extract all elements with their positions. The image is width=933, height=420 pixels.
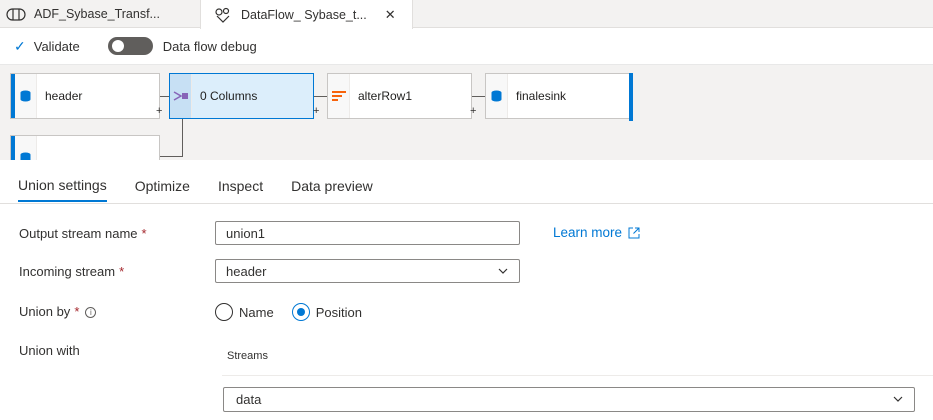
tab-pipeline[interactable]: ADF_Sybase_Transf... xyxy=(0,0,200,28)
validate-button[interactable]: ✓ Validate xyxy=(14,38,80,55)
connector xyxy=(472,96,486,97)
radio-name[interactable] xyxy=(215,303,233,321)
required-marker: * xyxy=(141,226,147,241)
divider xyxy=(0,203,933,204)
toolbar: ✓ Validate Data flow debug xyxy=(0,30,933,62)
node-label: alterRow1 xyxy=(358,89,413,103)
streams-column-header: Streams xyxy=(227,350,268,362)
add-transform-icon[interactable]: + xyxy=(313,105,319,117)
connector xyxy=(182,119,183,157)
dataflow-canvas[interactable]: header + 0 Columns + alterRow1 + finales… xyxy=(0,64,933,160)
required-marker: * xyxy=(74,304,80,319)
connector xyxy=(160,156,182,157)
add-transform-icon[interactable]: + xyxy=(470,105,476,117)
learn-more-link[interactable]: Learn more xyxy=(553,225,640,240)
add-transform-icon[interactable]: + xyxy=(156,105,162,117)
node-label: 0 Columns xyxy=(200,89,258,103)
input-value: union1 xyxy=(226,225,266,241)
alter-row-icon xyxy=(328,74,350,118)
node-right-accent xyxy=(629,73,633,121)
pipeline-icon xyxy=(6,7,26,21)
node-data[interactable]: data xyxy=(10,135,160,160)
tab-inspect[interactable]: Inspect xyxy=(218,170,263,202)
label-text: Output stream name xyxy=(19,226,138,241)
chevron-down-icon xyxy=(497,265,509,280)
node-finalesink[interactable]: finalesink xyxy=(485,73,633,121)
divider xyxy=(222,375,933,376)
union-icon xyxy=(170,74,192,118)
radio-position[interactable] xyxy=(291,303,310,321)
required-marker: * xyxy=(119,264,125,279)
sink-icon xyxy=(486,74,508,118)
union-with-stream-dropdown[interactable]: data xyxy=(223,387,915,412)
radio-position-label: Position xyxy=(315,304,362,320)
node-label: finalesink xyxy=(516,89,567,103)
dataflow-icon xyxy=(213,7,233,23)
tab-data-preview[interactable]: Data preview xyxy=(291,170,373,202)
tab-dataflow[interactable]: DataFlow_ Sybase_t... ✕ xyxy=(200,0,413,29)
incoming-stream-label: Incoming stream * xyxy=(19,264,124,279)
tab-optimize[interactable]: Optimize xyxy=(135,170,190,202)
external-link-icon xyxy=(628,227,640,239)
connector xyxy=(314,96,328,97)
output-stream-label: Output stream name * xyxy=(19,226,147,241)
radio-name-label: Name xyxy=(239,304,274,320)
incoming-stream-dropdown[interactable]: header xyxy=(215,259,520,283)
output-stream-input[interactable]: union1 xyxy=(215,221,520,245)
checkmark-icon: ✓ xyxy=(14,37,26,54)
source-icon xyxy=(15,74,37,118)
info-icon[interactable]: i xyxy=(85,307,97,319)
node-label: header xyxy=(45,89,83,103)
validate-label: Validate xyxy=(33,38,80,54)
close-icon[interactable]: ✕ xyxy=(385,7,396,23)
union-with-label: Union with xyxy=(19,343,80,358)
dropdown-value: data xyxy=(236,392,262,407)
chevron-down-icon xyxy=(892,393,904,408)
union-by-radio-group: Name Position xyxy=(215,303,362,321)
tab-union-settings[interactable]: Union settings xyxy=(18,170,107,202)
node-alterrow[interactable]: alterRow1 xyxy=(327,73,472,119)
tab-pipeline-label: ADF_Sybase_Transf... xyxy=(34,7,160,21)
label-text: Union by xyxy=(19,304,71,319)
node-union[interactable]: 0 Columns xyxy=(169,73,314,119)
source-icon xyxy=(15,136,37,160)
settings-tabs: Union settings Optimize Inspect Data pre… xyxy=(18,170,401,204)
dropdown-value: header xyxy=(226,263,267,279)
link-text: Learn more xyxy=(553,225,623,240)
tab-dataflow-label: DataFlow_ Sybase_t... xyxy=(241,7,367,22)
union-by-label: Union by * i xyxy=(19,304,97,319)
document-tab-bar: ADF_Sybase_Transf... DataFlow_ Sybase_t.… xyxy=(0,0,933,29)
toggle-knob xyxy=(111,40,124,52)
debug-label: Data flow debug xyxy=(162,38,257,54)
node-header[interactable]: header xyxy=(10,73,160,119)
debug-toggle[interactable] xyxy=(107,37,153,55)
label-text: Incoming stream xyxy=(19,264,116,279)
